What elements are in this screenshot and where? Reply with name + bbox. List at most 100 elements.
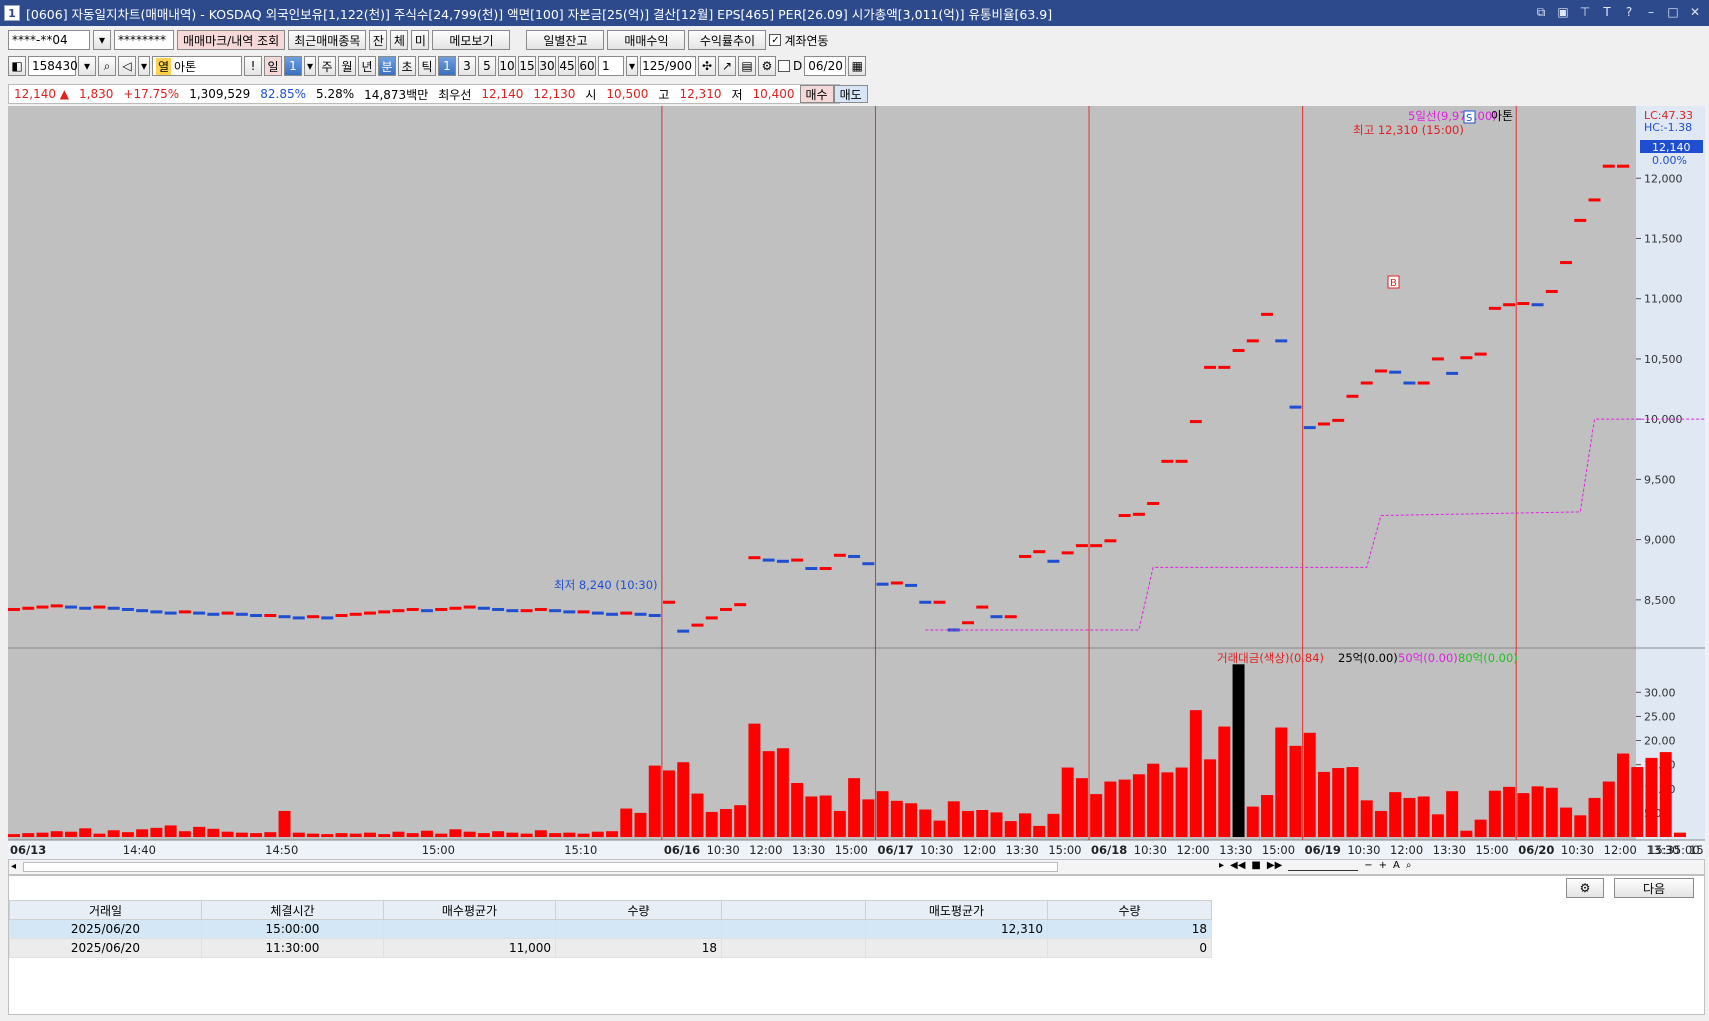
price-candle <box>1132 512 1145 516</box>
minimize-icon[interactable]: – <box>1643 4 1659 20</box>
settings-icon[interactable]: ⚙ <box>758 56 776 76</box>
text-tool-icon[interactable]: A <box>1393 860 1400 871</box>
close-icon[interactable]: ✕ <box>1687 4 1703 20</box>
interval-15[interactable]: 15 <box>518 56 536 76</box>
price-tick-label: 11,500 <box>1644 232 1683 245</box>
volume-bar <box>1161 772 1174 837</box>
trade-profit-button[interactable]: 매매수익 <box>607 30 686 50</box>
name-prefix: 열 <box>156 57 172 75</box>
volume-bar <box>933 820 946 837</box>
price-tick-label: 9,500 <box>1644 473 1676 486</box>
next-button[interactable]: 다음 <box>1614 878 1694 898</box>
price-candle <box>321 616 334 620</box>
second-button[interactable]: 초 <box>398 56 416 76</box>
price-candle <box>36 605 49 609</box>
maximize-icon[interactable]: □ <box>1665 4 1681 20</box>
drawing-icon[interactable]: ↗ <box>718 56 736 76</box>
window-list-icon[interactable]: ▣ <box>1555 4 1571 20</box>
cell-time: 15:00:00 <box>201 919 384 939</box>
scroll-thumb[interactable] <box>23 862 1058 872</box>
speaker-icon[interactable]: ◁ <box>118 56 136 76</box>
time-axis-label: 13:30 <box>792 843 825 857</box>
week-button[interactable]: 주 <box>318 56 336 76</box>
interval-60[interactable]: 60 <box>578 56 596 76</box>
year-button[interactable]: 년 <box>358 56 376 76</box>
help-icon[interactable]: ? <box>1621 4 1637 20</box>
password-field[interactable]: ******** <box>114 30 174 50</box>
daily-balance-button[interactable]: 일별잔고 <box>526 30 605 50</box>
scroll-right-icon[interactable]: ▸ <box>1219 860 1224 871</box>
zoom-in-icon[interactable]: + <box>1379 860 1387 871</box>
alert-icon[interactable]: ! <box>244 56 262 76</box>
count-dropdown-icon[interactable]: ▾ <box>626 56 638 76</box>
price-candle <box>1346 394 1359 398</box>
month-button[interactable]: 월 <box>338 56 356 76</box>
daily-period-button[interactable]: 일 <box>264 56 282 76</box>
chart-scrollbar[interactable]: ◂ ▸ ◀◀ ■ ▶▶ − + A ⌕ <box>8 859 1705 875</box>
interval-45[interactable]: 45 <box>558 56 576 76</box>
account-link-checkbox[interactable]: ✓ 계좌연동 <box>769 32 829 49</box>
unfilled-button[interactable]: 미 <box>411 30 430 50</box>
price-candle <box>862 562 875 566</box>
zoom-out-icon[interactable]: − <box>1364 860 1372 871</box>
zoom-slider[interactable] <box>1288 866 1359 871</box>
indicator-add-icon[interactable]: ✣ <box>698 56 716 76</box>
volume-bar <box>1332 768 1345 837</box>
stop-icon[interactable]: ■ <box>1251 860 1260 871</box>
scroll-left-icon[interactable]: ◂ <box>11 861 16 872</box>
restore-layout-icon[interactable]: ⧉ <box>1533 4 1549 20</box>
toolbar-row-1: ****-**04 ▾ ******** 매매마크/내역 조회 최근매매종목 잔… <box>8 30 829 50</box>
volume-bar <box>947 801 960 837</box>
layout-icon[interactable]: ◧ <box>8 56 26 76</box>
volume-bar <box>107 830 120 837</box>
speaker-dropdown-icon[interactable]: ▾ <box>138 56 150 76</box>
search-icon[interactable]: ⌕ <box>98 56 116 76</box>
tick-button[interactable]: 틱 <box>418 56 436 76</box>
chart-area[interactable]: 12,000 11,500 11,000 10,500 10,000 9,500 9,000… <box>8 106 1709 859</box>
quote-bar: 12,140 ▲ 1,830 +17.75% 1,309,529 82.85% … <box>8 84 868 104</box>
recent-trade-button[interactable]: 최근매매종목 <box>288 30 367 50</box>
sell-button[interactable]: 매도 <box>833 85 868 103</box>
rewind-icon[interactable]: ◀◀ <box>1230 860 1245 871</box>
account-dropdown-icon[interactable]: ▾ <box>93 30 111 50</box>
code-dropdown-icon[interactable]: ▾ <box>78 56 96 76</box>
fast-forward-icon[interactable]: ▶▶ <box>1267 860 1282 871</box>
interval-1[interactable]: 1 <box>438 56 456 76</box>
interval-5[interactable]: 5 <box>478 56 496 76</box>
volume-bar <box>1261 795 1274 837</box>
price-candle <box>93 605 106 609</box>
memo-button[interactable]: 메모보기 <box>432 30 511 50</box>
bar-count-field[interactable]: 125/900 <box>640 56 696 76</box>
date-input[interactable]: 06/20 <box>804 56 847 76</box>
interval-30[interactable]: 30 <box>538 56 556 76</box>
minute-button[interactable]: 분 <box>378 56 396 76</box>
text-icon[interactable]: T <box>1599 4 1615 20</box>
trade-mark-query-button[interactable]: 매매마크/내역 조회 <box>177 30 286 50</box>
date-checkbox[interactable]: D <box>778 59 802 73</box>
price-candle <box>606 612 619 616</box>
return-trend-button[interactable]: 수익률추이 <box>688 30 767 50</box>
balance-button[interactable]: 잔 <box>369 30 388 50</box>
gear-icon[interactable]: ⚙ <box>1566 878 1604 898</box>
interval-3[interactable]: 3 <box>458 56 476 76</box>
stock-name-field[interactable]: 열 아톤 <box>152 56 242 76</box>
account-select[interactable]: ****-**04 <box>8 30 90 50</box>
table-row[interactable]: 2025/06/20 15:00:00 12,310 18 <box>9 919 1212 939</box>
chart-svg[interactable]: 12,00011,50011,00010,50010,0009,5009,000… <box>8 106 1709 859</box>
volume-bar <box>1460 830 1473 837</box>
interval-10[interactable]: 10 <box>498 56 516 76</box>
period-number[interactable]: 1 <box>284 56 302 76</box>
executed-button[interactable]: 체 <box>390 30 409 50</box>
volume-bar <box>1090 794 1103 837</box>
period-dropdown-icon[interactable]: ▾ <box>304 56 316 76</box>
buy-button[interactable]: 매수 <box>799 85 834 103</box>
pin-icon[interactable]: ⊤ <box>1577 4 1593 20</box>
magnifier-icon[interactable]: ⌕ <box>1406 860 1412 871</box>
price-candle <box>1318 422 1330 426</box>
stock-code-input[interactable]: 158430 <box>28 56 78 76</box>
save-icon[interactable]: ▤ <box>738 56 756 76</box>
cell-buy-avg <box>383 919 556 939</box>
count-input[interactable]: 1 <box>598 56 624 76</box>
calendar-icon[interactable]: ▦ <box>848 56 867 76</box>
table-row[interactable]: 2025/06/20 11:30:00 11,000 18 0 <box>9 938 1212 958</box>
